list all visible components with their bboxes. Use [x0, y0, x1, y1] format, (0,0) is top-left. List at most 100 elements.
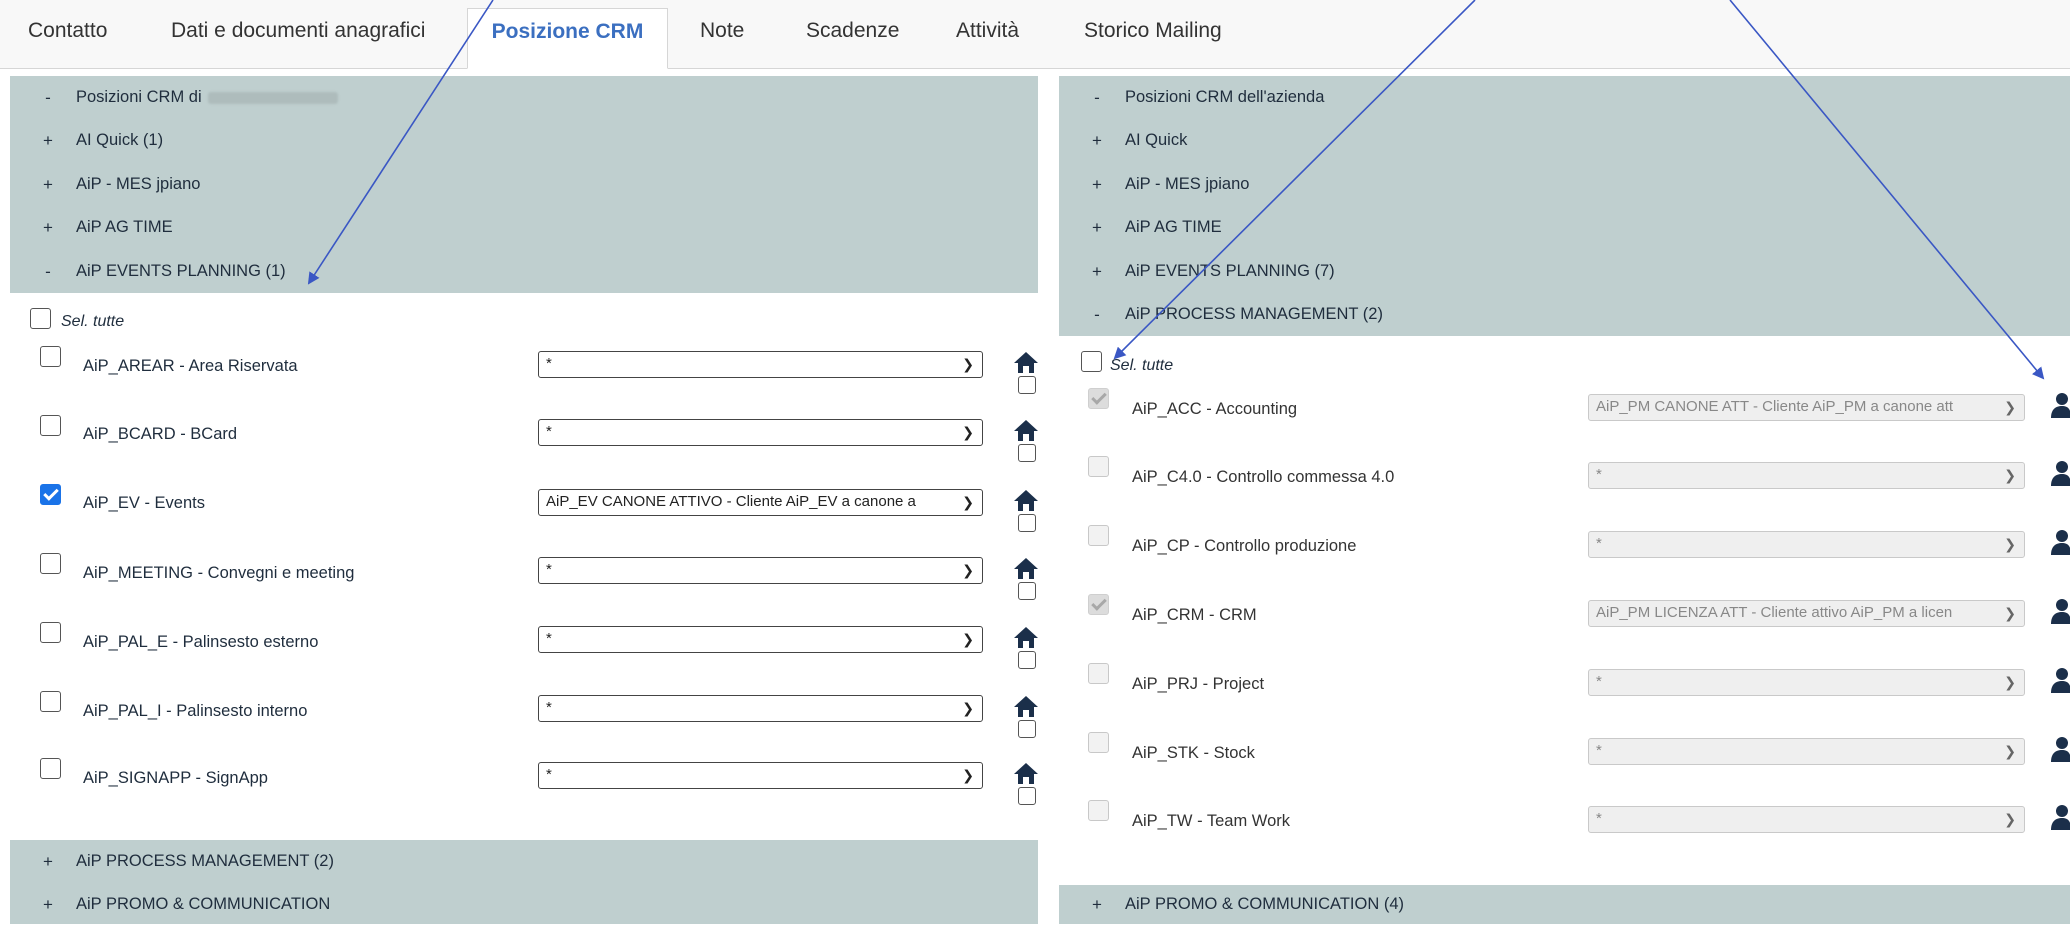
user-icon[interactable] — [2049, 598, 2070, 624]
group-label: AiP AG TIME — [76, 218, 173, 236]
tab-storico-mailing[interactable]: Storico Mailing — [1056, 8, 1250, 60]
product-checkbox — [1088, 732, 1109, 753]
product-label: AiP_EV - Events — [83, 494, 205, 512]
home-icon[interactable] — [1013, 625, 1039, 649]
product-checkbox — [1088, 800, 1109, 821]
select-value: AiP_PM CANONE ATT - Cliente AiP_PM a can… — [1596, 398, 1954, 415]
position-select: * ❯ — [1588, 462, 2025, 489]
home-icon[interactable] — [1013, 556, 1039, 580]
select-value: * — [546, 423, 552, 440]
product-label: AiP_TW - Team Work — [1132, 812, 1290, 830]
expand-toggle[interactable]: + — [1091, 250, 1103, 293]
chevron-down-icon: ❯ — [962, 562, 974, 578]
tab-scadenze[interactable]: Scadenze — [778, 8, 927, 60]
tab-posizione-crm[interactable]: Posizione CRM — [467, 8, 668, 69]
select-value: * — [1596, 535, 1602, 552]
select-value: * — [546, 699, 552, 716]
collapse-toggle[interactable]: - — [1091, 293, 1103, 336]
group-label: Posizioni CRM di — [76, 88, 202, 106]
expand-toggle[interactable]: + — [42, 119, 54, 162]
group-label: AiP PROCESS MANAGEMENT (2) — [1125, 305, 1383, 323]
product-checkbox[interactable] — [40, 691, 61, 712]
user-icon[interactable] — [2049, 392, 2070, 418]
product-checkbox[interactable] — [40, 553, 61, 574]
product-label: AiP_C4.0 - Controllo commessa 4.0 — [1132, 468, 1395, 486]
position-select[interactable]: AiP_EV CANONE ATTIVO - Cliente AiP_EV a … — [538, 489, 983, 516]
chevron-down-icon: ❯ — [962, 700, 974, 716]
home-checkbox[interactable] — [1018, 582, 1036, 600]
home-icon[interactable] — [1013, 488, 1039, 512]
select-value: * — [546, 561, 552, 578]
home-icon[interactable] — [1013, 418, 1039, 442]
expand-toggle[interactable]: + — [1091, 206, 1103, 249]
select-all-checkbox[interactable] — [1081, 351, 1102, 372]
user-icon[interactable] — [2049, 529, 2070, 555]
product-checkbox[interactable] — [40, 622, 61, 643]
collapse-toggle[interactable]: - — [42, 76, 54, 119]
user-icon[interactable] — [2049, 460, 2070, 486]
group-label: AiP PROMO & COMMUNICATION (4) — [1125, 895, 1404, 913]
select-value: * — [1596, 466, 1602, 483]
contact-crm-panel: - Posizioni CRM di + AI Quick (1) + AiP - … — [10, 76, 1038, 924]
select-value: * — [1596, 673, 1602, 690]
select-all-checkbox[interactable] — [30, 308, 51, 329]
position-select[interactable]: * ❯ — [538, 419, 983, 446]
select-all-label: Sel. tutte — [1110, 357, 1174, 374]
product-checkbox[interactable] — [40, 415, 61, 436]
home-checkbox[interactable] — [1018, 444, 1036, 462]
tab-dati-documenti[interactable]: Dati e documenti anagrafici — [143, 8, 453, 60]
position-select: * ❯ — [1588, 738, 2025, 765]
user-icon[interactable] — [2049, 667, 2070, 693]
tab-note[interactable]: Note — [672, 8, 772, 60]
product-checkbox[interactable] — [40, 346, 61, 367]
expand-toggle[interactable]: + — [42, 840, 54, 883]
product-checkbox[interactable] — [40, 758, 61, 779]
collapse-toggle[interactable]: - — [1091, 76, 1103, 119]
select-value: * — [546, 766, 552, 783]
position-select: * ❯ — [1588, 806, 2025, 833]
home-checkbox[interactable] — [1018, 720, 1036, 738]
position-select[interactable]: * ❯ — [538, 762, 983, 789]
select-value: * — [546, 630, 552, 647]
home-checkbox[interactable] — [1018, 514, 1036, 532]
position-select[interactable]: * ❯ — [538, 695, 983, 722]
group-footer-block: + AiP PROMO & COMMUNICATION (4) — [1059, 885, 2070, 924]
group-footer-block: + AiP PROCESS MANAGEMENT (2) + AiP PROMO &… — [10, 840, 1038, 924]
group-label: Posizioni CRM dell'azienda — [1125, 88, 1325, 106]
group-header-block: - Posizioni CRM dell'azienda + AI Quick + A… — [1059, 76, 2070, 336]
product-checkbox — [1088, 594, 1109, 615]
product-checkbox — [1088, 663, 1109, 684]
home-icon[interactable] — [1013, 350, 1039, 374]
home-icon[interactable] — [1013, 694, 1039, 718]
user-icon[interactable] — [2049, 736, 2070, 762]
expand-toggle[interactable]: + — [1091, 119, 1103, 162]
position-select[interactable]: * ❯ — [538, 557, 983, 584]
product-checkbox[interactable] — [40, 484, 61, 505]
user-icon[interactable] — [2049, 804, 2070, 830]
expand-toggle[interactable]: + — [42, 206, 54, 249]
position-select[interactable]: * ❯ — [538, 626, 983, 653]
home-checkbox[interactable] — [1018, 651, 1036, 669]
expand-toggle[interactable]: + — [42, 883, 54, 926]
position-select: AiP_PM CANONE ATT - Cliente AiP_PM a can… — [1588, 394, 2025, 421]
company-crm-panel: - Posizioni CRM dell'azienda + AI Quick + A… — [1059, 76, 2070, 924]
position-select: AiP_PM LICENZA ATT - Cliente attivo AiP_… — [1588, 600, 2025, 627]
chevron-down-icon: ❯ — [962, 356, 974, 372]
position-select[interactable]: * ❯ — [538, 351, 983, 378]
expand-toggle[interactable]: + — [42, 163, 54, 206]
chevron-down-icon: ❯ — [2004, 399, 2016, 415]
tab-attivita[interactable]: Attività — [928, 8, 1047, 60]
position-select: * ❯ — [1588, 669, 2025, 696]
select-all-label: Sel. tutte — [61, 313, 125, 330]
group-label: AiP - MES jpiano — [1125, 175, 1250, 193]
expand-toggle[interactable]: + — [1091, 163, 1103, 206]
home-icon[interactable] — [1013, 761, 1039, 785]
product-checkbox — [1088, 388, 1109, 409]
tab-contatto[interactable]: Contatto — [0, 8, 135, 60]
position-select: * ❯ — [1588, 531, 2025, 558]
expand-toggle[interactable]: + — [1091, 883, 1103, 926]
collapse-toggle[interactable]: - — [42, 250, 54, 293]
chevron-down-icon: ❯ — [2004, 811, 2016, 827]
home-checkbox[interactable] — [1018, 787, 1036, 805]
home-checkbox[interactable] — [1018, 376, 1036, 394]
